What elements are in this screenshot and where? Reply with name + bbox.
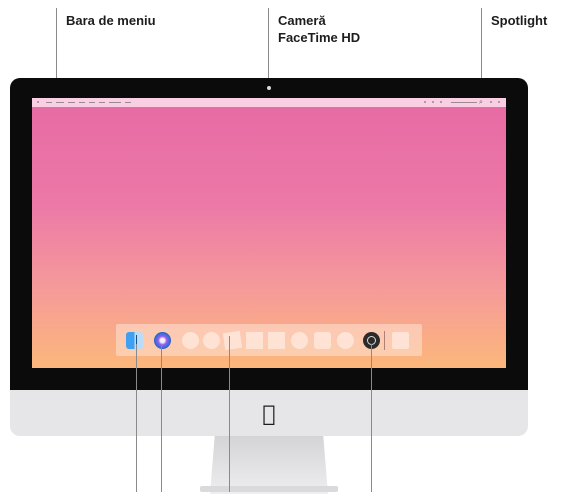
dock-leader-line (229, 336, 230, 492)
dock-folder-icon[interactable] (392, 332, 409, 349)
dock-app-icon[interactable] (246, 332, 263, 349)
dock-app-icon[interactable] (337, 332, 354, 349)
dock-app-icon[interactable] (291, 332, 308, 349)
siri-menu-icon[interactable] (490, 101, 492, 103)
menu-item[interactable] (46, 102, 52, 103)
menu-bar-label: Bara de meniu (66, 13, 156, 28)
apple-logo-icon:  (258, 404, 280, 426)
dock-app-icon[interactable] (182, 332, 199, 349)
menu-item[interactable] (125, 102, 131, 103)
display-bezel: ⌕ (10, 78, 528, 390)
spotlight-icon[interactable]: ⌕ (479, 99, 483, 106)
menu-item[interactable] (109, 102, 121, 103)
status-icon[interactable] (424, 101, 426, 103)
camera-callout: Cameră FaceTime HD (278, 12, 360, 46)
apple-menu-icon[interactable] (37, 101, 39, 103)
facetime-camera-icon (267, 86, 271, 90)
clock-item[interactable] (451, 102, 477, 103)
notification-center-icon[interactable] (498, 101, 500, 103)
menu-bar[interactable]: ⌕ (32, 98, 506, 107)
menu-item[interactable] (79, 102, 85, 103)
siri-leader-line (161, 344, 162, 492)
status-icon[interactable] (432, 101, 434, 103)
dock-app-icon[interactable] (268, 332, 285, 349)
desktop-screen: ⌕ (32, 98, 506, 368)
dock-app-icon[interactable] (222, 330, 243, 351)
siri-icon[interactable] (154, 332, 171, 349)
camera-leader-line (268, 8, 269, 84)
dock-app-icon[interactable] (203, 332, 220, 349)
spotlight-callout: Spotlight (491, 12, 547, 29)
camera-label-line2: FaceTime HD (278, 30, 361, 45)
finder-icon[interactable] (126, 332, 143, 349)
imac: ⌕  (10, 78, 528, 494)
menu-item[interactable] (56, 102, 64, 103)
spotlight-label: Spotlight (491, 13, 548, 28)
finder-leader-line (136, 344, 137, 492)
menu-item[interactable] (99, 102, 105, 103)
camera-label-line1: Cameră (278, 13, 326, 28)
dock-separator (384, 331, 385, 350)
imac-stand-foot (200, 486, 338, 492)
status-icon[interactable] (440, 101, 442, 103)
dock-app-icon[interactable] (314, 332, 331, 349)
menu-item[interactable] (68, 102, 75, 103)
menu-item[interactable] (89, 102, 95, 103)
menu-bar-callout: Bara de meniu (66, 12, 156, 29)
system-preferences-leader-line (371, 344, 372, 492)
